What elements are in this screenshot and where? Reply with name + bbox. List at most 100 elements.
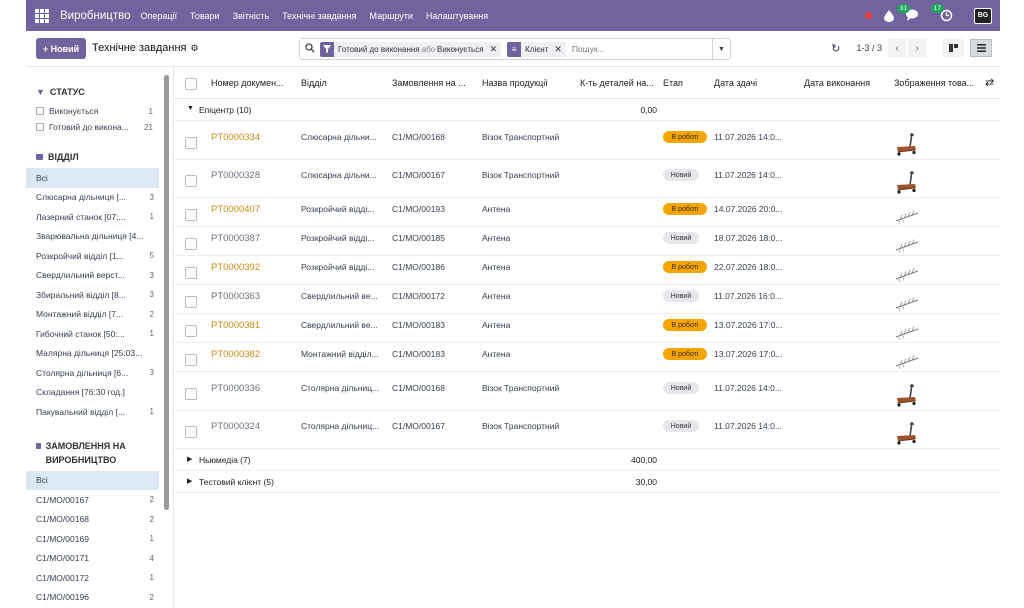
dept-item[interactable]: Розкройчий відділ [1... 5 bbox=[26, 246, 159, 266]
row-checkbox[interactable] bbox=[185, 267, 197, 279]
select-all-checkbox[interactable] bbox=[185, 78, 197, 90]
col-header-order[interactable]: Замовлення на ... bbox=[392, 78, 474, 88]
order-item[interactable]: C1/MO/00171 4 bbox=[26, 549, 159, 569]
order-item[interactable]: C1/MO/00172 1 bbox=[26, 568, 159, 588]
col-header-stage[interactable]: Етап bbox=[663, 78, 703, 88]
order-item[interactable]: C1/MO/00196 2 bbox=[26, 588, 159, 608]
app-brand[interactable]: Виробництво bbox=[60, 10, 130, 22]
dept-item[interactable]: Монтажний відділ [7... 2 bbox=[26, 305, 159, 325]
table-row[interactable]: PT0000328 Слюсарна дільни... C1/MO/00167 Ві… bbox=[174, 160, 1000, 198]
menu-operations[interactable]: Операції bbox=[140, 11, 177, 21]
order-item[interactable]: C1/MO/00169 1 bbox=[26, 529, 159, 549]
menu-reporting[interactable]: Звітність bbox=[233, 11, 270, 21]
menu-tech-tasks[interactable]: Технічні завдання bbox=[282, 11, 356, 21]
status-facet[interactable]: Готовий до виконання або Виконується ✕ bbox=[320, 41, 502, 57]
group-row[interactable]: ▼ Епіцентр (10) 0,00 bbox=[174, 99, 1000, 121]
dept-item[interactable]: Складання [76:30 год.] bbox=[26, 383, 159, 403]
dept-item[interactable]: Всі bbox=[26, 168, 159, 188]
refresh-icon[interactable]: ↻ bbox=[831, 42, 840, 55]
production-order: C1/MO/00168 bbox=[392, 132, 445, 142]
dept-item[interactable]: Лазерний станок [07:... 1 bbox=[26, 207, 159, 227]
status-dot-icon[interactable] bbox=[865, 12, 872, 19]
orders-title: ЗАМОВЛЕННЯ НА ВИРОБНИЦТВО bbox=[45, 440, 126, 465]
chat-icon[interactable]: 31 bbox=[896, 3, 920, 23]
remove-facet-icon[interactable]: ✕ bbox=[554, 44, 562, 55]
menu-products[interactable]: Товари bbox=[190, 11, 220, 21]
table-row[interactable]: PT0000382 Монтажний відділ... C1/MO/00183 А… bbox=[174, 343, 1000, 372]
col-header-qty[interactable]: К-ть деталей на... bbox=[580, 78, 660, 88]
row-checkbox[interactable] bbox=[185, 325, 197, 337]
dept-item[interactable]: Збиральний відділ [8... 3 bbox=[26, 285, 159, 305]
row-checkbox[interactable] bbox=[185, 296, 197, 308]
table-row[interactable]: PT0000407 Розкройчий відді... C1/MO/00193 А… bbox=[174, 198, 1000, 227]
checkbox[interactable] bbox=[36, 107, 44, 115]
row-checkbox[interactable] bbox=[185, 354, 197, 366]
kanban-view-button[interactable] bbox=[942, 39, 964, 57]
table-header: Номер докумен... Відділ Замовлення на ..… bbox=[174, 67, 1000, 99]
list-view-button[interactable] bbox=[970, 39, 992, 57]
dept-item[interactable]: Пакувальний відділ [... 1 bbox=[26, 402, 159, 422]
group-row[interactable]: ▶ Тестовий клієнт (5) 30,00 bbox=[174, 471, 1000, 493]
table-row[interactable]: PT0000392 Розкройчий відді... C1/MO/00186 А… bbox=[174, 256, 1000, 285]
group-row[interactable]: ▶ Ньюмедіа (7) 400,00 bbox=[174, 449, 1000, 471]
col-header-done-date[interactable]: Дата виконання bbox=[804, 78, 884, 88]
facet-value-a: Готовий до виконання bbox=[338, 44, 420, 54]
row-checkbox[interactable] bbox=[185, 388, 197, 400]
caret-right-icon: ▶ bbox=[187, 478, 193, 485]
dept-item[interactable]: Гибочний станок [50:... 1 bbox=[26, 324, 159, 344]
production-order: C1/MO/00185 bbox=[392, 233, 445, 243]
col-header-due-date[interactable]: Дата здачі bbox=[714, 78, 794, 88]
table-row[interactable]: PT0000324 Столярна дільниц... C1/MO/00167 В… bbox=[174, 411, 1000, 449]
search-input[interactable] bbox=[571, 44, 682, 54]
department: Слюсарна дільни... bbox=[301, 170, 377, 180]
menu-settings[interactable]: Налаштування bbox=[426, 11, 488, 21]
table-row[interactable]: PT0000363 Свердлильний ве... C1/MO/00172 Ан… bbox=[174, 285, 1000, 314]
row-checkbox[interactable] bbox=[185, 426, 197, 438]
dept-item[interactable]: Столярна дільниця [6... 3 bbox=[26, 363, 159, 383]
col-header-image[interactable]: Зображення това... bbox=[894, 78, 978, 88]
activity-clock-icon[interactable]: 17 bbox=[930, 3, 954, 23]
table-row[interactable]: PT0000381 Свердлильний ве... C1/MO/00183 Ан… bbox=[174, 314, 1000, 343]
dept-item[interactable]: Свердлильний верст... 3 bbox=[26, 266, 159, 286]
dept-item-count: 3 bbox=[149, 270, 154, 280]
client-facet[interactable]: ≡ Клієнт ✕ bbox=[507, 41, 566, 57]
new-button[interactable]: + Новий bbox=[36, 38, 86, 59]
col-header-dept[interactable]: Відділ bbox=[301, 78, 381, 88]
search-bar[interactable]: Готовий до виконання або Виконується ✕ ≡ К… bbox=[299, 38, 731, 60]
table-row[interactable]: PT0000336 Столярна дільниц... C1/MO/00168 В… bbox=[174, 372, 1000, 411]
dept-item[interactable]: Слюсарна дільниця [... 3 bbox=[26, 188, 159, 208]
next-page-button[interactable]: › bbox=[908, 39, 926, 57]
dept-item[interactable]: Малярна дільниця [25:03... bbox=[26, 344, 159, 364]
optional-columns-icon[interactable]: ⇄ bbox=[985, 76, 994, 89]
row-checkbox[interactable] bbox=[185, 209, 197, 221]
status-item[interactable]: Виконується 1 bbox=[36, 103, 173, 119]
due-date: 18.07.2026 18:0... bbox=[714, 233, 783, 243]
col-header-number[interactable]: Номер докумен... bbox=[211, 78, 295, 88]
prev-page-button[interactable]: ‹ bbox=[888, 39, 906, 57]
stage-badge: Новий bbox=[663, 382, 699, 394]
status-item[interactable]: Готовий до викона... 21 bbox=[36, 119, 173, 135]
production-order: C1/MO/00183 bbox=[392, 320, 445, 330]
row-checkbox[interactable] bbox=[185, 137, 197, 149]
folder-icon bbox=[36, 154, 43, 160]
checkbox[interactable] bbox=[36, 123, 44, 131]
table-row[interactable]: PT0000387 Розкройчий відді... C1/MO/00185 А… bbox=[174, 227, 1000, 256]
droplet-icon[interactable] bbox=[884, 9, 894, 22]
pager-value[interactable]: 1-3 / 3 bbox=[856, 43, 882, 53]
remove-facet-icon[interactable]: ✕ bbox=[490, 44, 498, 55]
dept-item[interactable]: Зварювальна дільниця [4... bbox=[26, 227, 159, 247]
table-row[interactable]: PT0000334 Слюсарна дільни... C1/MO/00168 Ві… bbox=[174, 121, 1000, 160]
order-item[interactable]: C1/MO/00168 2 bbox=[26, 510, 159, 530]
document-number: PT0000387 bbox=[211, 233, 261, 244]
search-dropdown-toggle[interactable]: ▼ bbox=[712, 39, 730, 59]
col-header-product[interactable]: Назва продукції bbox=[482, 78, 572, 88]
user-avatar[interactable]: BG bbox=[974, 7, 992, 24]
gear-icon[interactable]: ⚙ bbox=[191, 43, 199, 53]
sidebar-scrollbar[interactable] bbox=[164, 75, 169, 510]
apps-grid-icon[interactable] bbox=[35, 8, 49, 23]
row-checkbox[interactable] bbox=[185, 175, 197, 187]
row-checkbox[interactable] bbox=[185, 238, 197, 250]
order-item[interactable]: Всі bbox=[26, 470, 159, 490]
order-item[interactable]: C1/MO/00167 2 bbox=[26, 490, 159, 510]
menu-routes[interactable]: Маршрути bbox=[370, 11, 413, 21]
